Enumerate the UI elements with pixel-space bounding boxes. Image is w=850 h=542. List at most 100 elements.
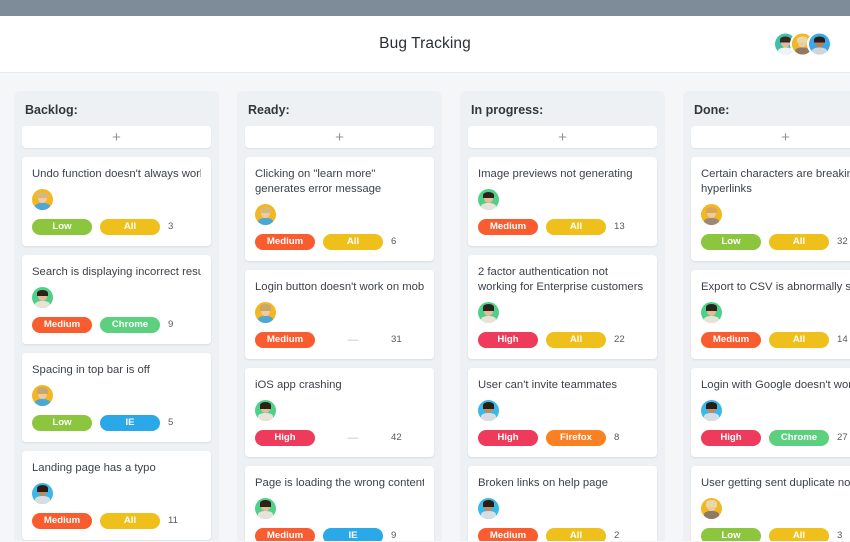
card-tag[interactable]: All	[769, 527, 829, 541]
avatar-face	[701, 399, 722, 421]
plus-icon: +	[112, 128, 121, 146]
card-tag[interactable]: All	[546, 527, 606, 541]
card-meta: Medium — 31	[255, 331, 424, 348]
task-card[interactable]: Export to CSV is abnormally slow Medium Al…	[691, 269, 850, 359]
card-tag[interactable]: Medium	[32, 512, 92, 529]
card-count: 31	[391, 334, 402, 346]
card-meta: Low All 32	[701, 233, 850, 250]
kanban-board: Backlog: + Undo function doesn't always wo…	[0, 73, 850, 541]
task-card[interactable]: Login button doesn't work on mobile Mediu…	[245, 269, 434, 359]
card-tag[interactable]: High	[478, 331, 538, 348]
card-tag[interactable]: Medium	[255, 233, 315, 250]
card-assignee-avatar[interactable]	[255, 301, 276, 323]
card-assignee-avatar[interactable]	[701, 203, 722, 225]
task-card[interactable]: Login with Google doesn't work High Chrome…	[691, 367, 850, 457]
add-card-button[interactable]: +	[22, 126, 211, 148]
card-tag[interactable]: All	[546, 218, 606, 235]
card-tag[interactable]: All	[323, 233, 383, 250]
card-assignee-avatar[interactable]	[32, 286, 53, 308]
card-title: User can't invite teammates	[478, 378, 618, 391]
task-card[interactable]: User can't invite teammates High Firefox 8	[468, 367, 657, 457]
task-card[interactable]: Landing page has a typo Medium All 11	[22, 450, 211, 540]
card-tag[interactable]: IE	[323, 527, 383, 541]
task-card[interactable]: iOS app crashing High — 42	[245, 367, 434, 457]
task-card[interactable]: Broken links on help page Medium All 2	[468, 465, 657, 541]
card-assignee-avatar[interactable]	[478, 188, 499, 210]
card-tag[interactable]: All	[546, 331, 606, 348]
card-tag[interactable]: Chrome	[769, 429, 829, 446]
card-tag[interactable]: All	[769, 331, 829, 348]
add-card-button[interactable]: +	[245, 126, 434, 148]
column-in-progress: In progress: + Image previews not generati…	[460, 91, 665, 541]
card-tag[interactable]: Low	[32, 218, 92, 235]
card-tag[interactable]: All	[100, 512, 160, 529]
card-tag[interactable]: Low	[32, 414, 92, 431]
card-tag[interactable]: Medium	[32, 316, 92, 333]
card-tag[interactable]: Low	[701, 527, 761, 541]
card-assignee-avatar[interactable]	[32, 482, 53, 504]
task-card[interactable]: Certain characters are breaking hyperlin…	[691, 157, 850, 261]
card-title: Login with Google doesn't work	[701, 378, 850, 391]
task-card[interactable]: User getting sent duplicate notification…	[691, 465, 850, 541]
window-titlebar	[0, 0, 850, 16]
card-count: 5	[168, 417, 174, 429]
card-tag[interactable]: Low	[701, 233, 761, 250]
card-tag[interactable]: Chrome	[100, 316, 160, 333]
card-tag[interactable]: Medium	[701, 331, 761, 348]
card-tag[interactable]: Medium	[478, 527, 538, 541]
card-assignee-avatar[interactable]	[32, 188, 53, 210]
task-card[interactable]: Search is displaying incorrect results Me…	[22, 254, 211, 344]
card-tag[interactable]: Firefox	[546, 429, 606, 446]
task-card[interactable]: Undo function doesn't always work Low All 3	[22, 157, 211, 246]
card-title: User getting sent duplicate notification…	[701, 476, 850, 489]
avatar-face	[255, 399, 276, 421]
card-tag[interactable]: All	[769, 233, 829, 250]
card-count: 9	[391, 530, 397, 541]
column-title: Backlog:	[25, 103, 78, 117]
card-assignee-avatar[interactable]	[478, 399, 499, 421]
card-tag[interactable]: All	[100, 218, 160, 235]
card-title: iOS app crashing	[255, 378, 342, 391]
task-card[interactable]: Page is loading the wrong content Medium I…	[245, 465, 434, 541]
card-title: Login button doesn't work on mobile	[255, 280, 424, 293]
card-assignee-avatar[interactable]	[255, 399, 276, 421]
card-assignee-avatar[interactable]	[701, 301, 722, 323]
avatar[interactable]	[807, 31, 832, 57]
add-card-button[interactable]: +	[468, 126, 657, 148]
task-card[interactable]: 2 factor authentication not working for …	[468, 254, 657, 359]
card-assignee-avatar[interactable]	[32, 384, 53, 406]
column-title: Done:	[694, 103, 730, 117]
card-title: Broken links on help page	[478, 476, 609, 489]
card-assignee-avatar[interactable]	[478, 497, 499, 519]
card-tag[interactable]: High	[478, 429, 538, 446]
card-tag[interactable]: Medium	[478, 218, 538, 235]
card-count: 8	[614, 432, 620, 444]
card-count: 3	[837, 530, 843, 541]
card-count: 22	[614, 334, 625, 346]
member-avatar-stack[interactable]	[773, 31, 832, 57]
card-count: 27	[837, 432, 848, 444]
card-tag[interactable]: IE	[100, 414, 160, 431]
card-tag-placeholder[interactable]: —	[323, 332, 383, 348]
card-tag-placeholder[interactable]: —	[323, 430, 383, 446]
card-meta: Medium Chrome 9	[32, 316, 201, 333]
card-tag[interactable]: High	[701, 429, 761, 446]
card-assignee-avatar[interactable]	[701, 399, 722, 421]
card-meta: Medium All 2	[478, 527, 647, 541]
card-title: Page is loading the wrong content	[255, 476, 424, 489]
card-meta: High Chrome 27	[701, 429, 850, 446]
card-assignee-avatar[interactable]	[478, 301, 499, 323]
card-tag[interactable]: Medium	[255, 331, 315, 348]
task-card[interactable]: Image previews not generating Medium All 13	[468, 157, 657, 246]
task-card[interactable]: Spacing in top bar is off Low IE 5	[22, 352, 211, 442]
card-tag[interactable]: High	[255, 429, 315, 446]
card-assignee-avatar[interactable]	[255, 203, 276, 225]
card-tag[interactable]: Medium	[255, 527, 315, 541]
avatar-face	[32, 286, 53, 308]
add-card-button[interactable]: +	[691, 126, 850, 148]
card-assignee-avatar[interactable]	[701, 497, 722, 519]
task-card[interactable]: Clicking on "learn more" generates error…	[245, 157, 434, 261]
card-title: Clicking on "learn more" generates error…	[255, 168, 382, 195]
card-assignee-avatar[interactable]	[255, 497, 276, 519]
card-count: 11	[168, 515, 178, 527]
